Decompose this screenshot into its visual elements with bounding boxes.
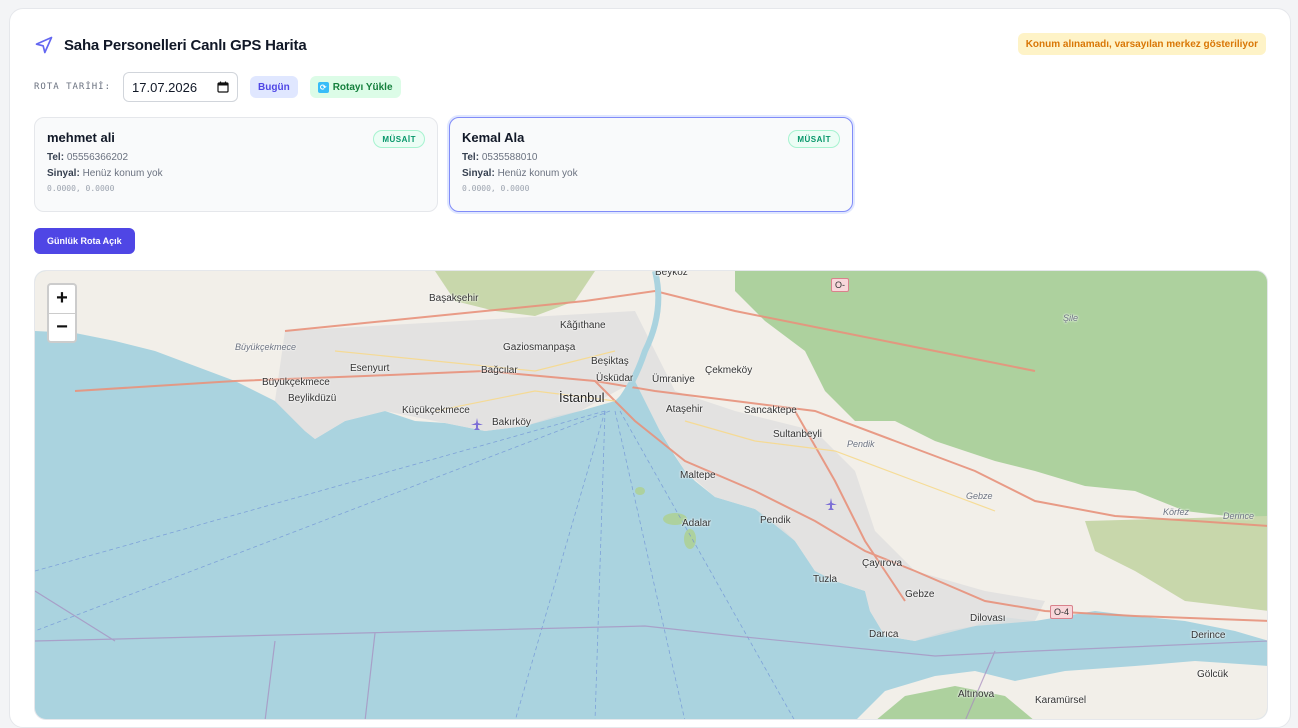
navigation-arrow-icon bbox=[35, 36, 53, 54]
map-label-altinova: Altınova bbox=[958, 689, 995, 700]
map-label-kagithane: Kâğıthane bbox=[560, 320, 606, 331]
refresh-icon: ⟳ bbox=[317, 81, 329, 93]
panel-header: Saha Personelleri Canlı GPS Harita bbox=[34, 35, 307, 55]
map-label-bakirkoy: Bakırköy bbox=[492, 417, 531, 428]
zoom-in-button[interactable]: + bbox=[49, 285, 75, 314]
airport-icon bbox=[825, 498, 837, 510]
route-date-row: ROTA TARİHİ: 17.07.2026 Bugün ⟳ Rotayı Y… bbox=[34, 72, 401, 102]
map-label-kucukcekmece: Küçükçekmece bbox=[402, 405, 470, 416]
load-route-label: Rotayı Yükle bbox=[332, 81, 393, 93]
route-date-label: ROTA TARİHİ: bbox=[34, 82, 112, 92]
map-label-cayirova: Çayırova bbox=[862, 558, 903, 569]
road-shield-o: O- bbox=[831, 278, 849, 292]
map-tiles[interactable] bbox=[35, 271, 1268, 720]
today-button[interactable]: Bugün bbox=[250, 76, 298, 98]
map-label-beylikduzu: Beylikdüzü bbox=[288, 393, 337, 404]
road-shield-o4: O-4 bbox=[1050, 605, 1074, 619]
route-date-input[interactable]: 17.07.2026 bbox=[123, 72, 239, 102]
staff-name: mehmet ali bbox=[47, 130, 115, 145]
map-label-darica: Darıca bbox=[869, 629, 899, 640]
staff-phone: Tel: 0535588010 bbox=[462, 152, 538, 163]
map-label-beykoz: Beykoz bbox=[655, 270, 688, 278]
map-label-tuzla: Tuzla bbox=[813, 574, 838, 585]
calendar-icon[interactable] bbox=[217, 81, 229, 93]
location-warning-badge: Konum alınamadı, varsayılan merkez göste… bbox=[1017, 33, 1266, 55]
map-label-sile: Şile bbox=[1063, 313, 1079, 323]
map-label-uskudar: Üsküdar bbox=[596, 373, 634, 384]
route-date-value: 17.07.2026 bbox=[132, 79, 198, 95]
map-label-derince-district: Derince bbox=[1223, 511, 1255, 521]
map-label-besiktas: Beşiktaş bbox=[591, 356, 629, 367]
zoom-out-button[interactable]: − bbox=[49, 314, 75, 342]
map-label-gebze: Gebze bbox=[905, 589, 935, 600]
map-label-umraniye: Ümraniye bbox=[652, 374, 695, 385]
map-label-pendik-district: Pendik bbox=[847, 439, 875, 449]
map-label-gebze-district: Gebze bbox=[966, 491, 993, 501]
staff-phone: Tel: 05556366202 bbox=[47, 152, 129, 163]
staff-coords: 0.0000, 0.0000 bbox=[462, 184, 530, 193]
status-badge: MÜSAİT bbox=[373, 130, 425, 148]
map-label-cekmekoy: Çekmeköy bbox=[705, 365, 753, 376]
page-title: Saha Personelleri Canlı GPS Harita bbox=[64, 36, 307, 54]
map-label-pendik: Pendik bbox=[760, 515, 791, 526]
map-label-esenyurt: Esenyurt bbox=[350, 363, 390, 374]
map-label-gaziosmanpasa: Gaziosmanpaşa bbox=[503, 342, 576, 353]
status-badge: MÜSAİT bbox=[788, 130, 840, 148]
map-label-karamursel: Karamürsel bbox=[1035, 695, 1087, 706]
map-label-maltepe: Maltepe bbox=[680, 470, 716, 481]
daily-route-button[interactable]: Günlük Rota Açık bbox=[34, 228, 135, 254]
zoom-control: + − bbox=[47, 283, 77, 343]
staff-card-mehmet-ali[interactable]: mehmet ali MÜSAİT Tel: 05556366202 Sinya… bbox=[34, 117, 438, 212]
map-label-golcuk: Gölcük bbox=[1197, 669, 1229, 680]
map-label-korfez: Körfez bbox=[1163, 507, 1190, 517]
staff-signal: Sinyal: Henüz konum yok bbox=[47, 168, 163, 179]
map-label-basaksehir: Başakşehir bbox=[429, 293, 479, 304]
map-label-adalar: Adalar bbox=[682, 518, 711, 529]
staff-card-kemal-ala[interactable]: Kemal Ala MÜSAİT Tel: 0535588010 Sinyal:… bbox=[449, 117, 853, 212]
staff-coords: 0.0000, 0.0000 bbox=[47, 184, 115, 193]
gps-map[interactable]: + − Beykoz Başakşehir Kâğıthane Büyükçek… bbox=[34, 270, 1268, 720]
map-label-istanbul: İstanbul bbox=[559, 390, 605, 405]
load-route-button[interactable]: ⟳ Rotayı Yükle bbox=[309, 76, 401, 98]
map-label-bagcilar: Bağcılar bbox=[481, 365, 518, 376]
map-label-buyukcekmece: Büyükçekmece bbox=[262, 377, 330, 388]
map-label-dilovasi: Dilovası bbox=[970, 613, 1006, 624]
staff-signal: Sinyal: Henüz konum yok bbox=[462, 168, 578, 179]
map-label-sancaktepe: Sancaktepe bbox=[744, 405, 797, 416]
map-label-sultanbeyli: Sultanbeyli bbox=[773, 429, 822, 440]
gps-panel: Saha Personelleri Canlı GPS Harita Konum… bbox=[9, 8, 1291, 728]
airport-icon bbox=[471, 418, 483, 430]
map-label-derince: Derince bbox=[1191, 630, 1226, 641]
map-label-atasehir: Ataşehir bbox=[666, 404, 703, 415]
map-label-buyukcekmece-lake: Büyükçekmece bbox=[235, 342, 297, 352]
staff-name: Kemal Ala bbox=[462, 130, 525, 145]
